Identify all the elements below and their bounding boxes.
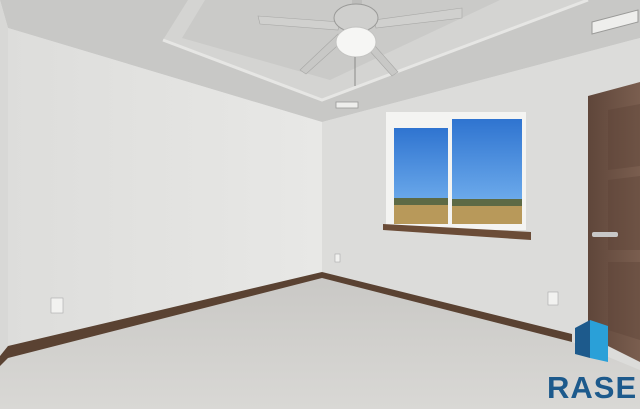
outlet-back-small: [334, 253, 341, 263]
door-handle: [592, 232, 618, 237]
window: [383, 112, 531, 240]
room-photo: RASE: [0, 0, 640, 409]
outlet-left: [50, 297, 64, 314]
left-corner-wall: [0, 0, 8, 360]
door: [588, 82, 640, 362]
rase-logo-text: RASE: [547, 370, 638, 405]
outlet-back-right: [547, 291, 559, 306]
room-illustration: [0, 0, 640, 409]
ceiling-vent-small: [335, 101, 359, 109]
